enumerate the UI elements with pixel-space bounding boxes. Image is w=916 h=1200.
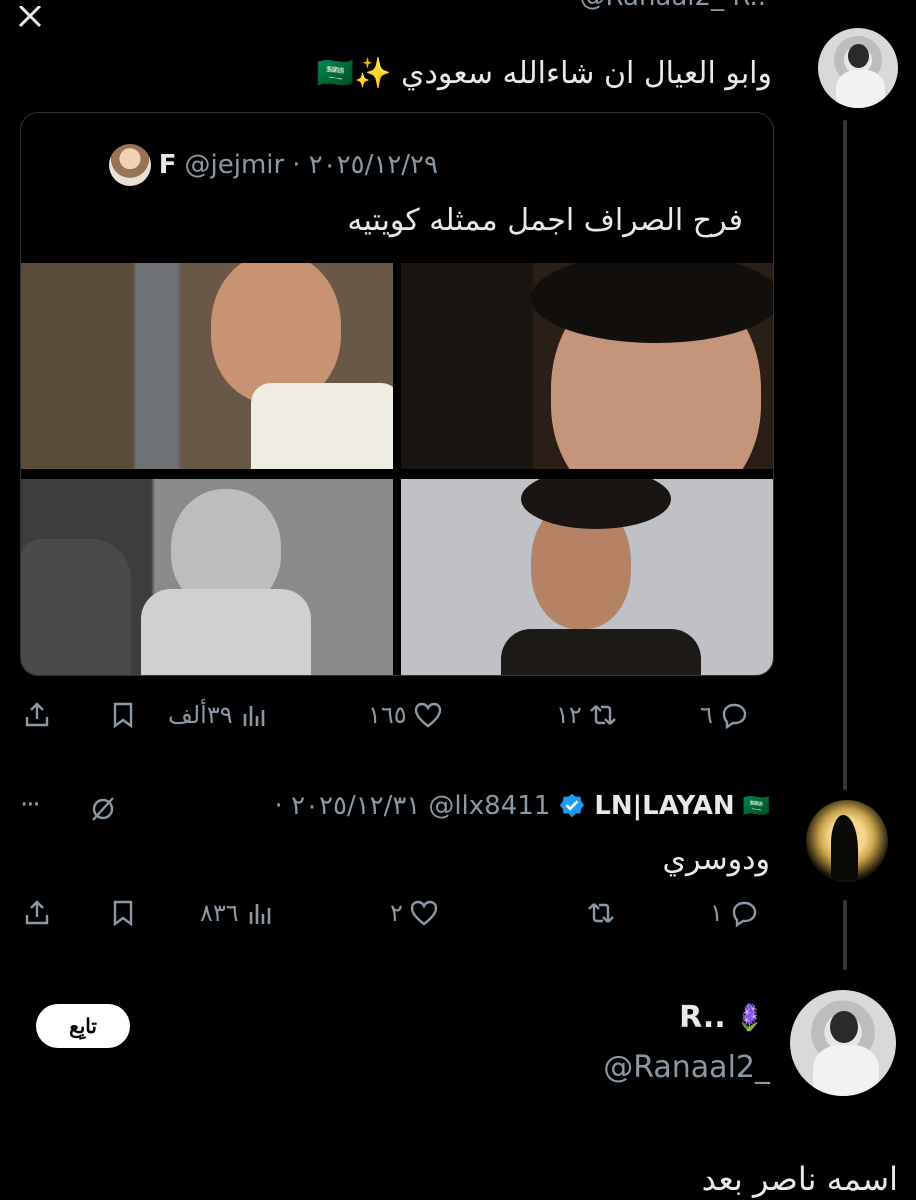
reply-date: · ٢٠٢٥/١٢/٣١ bbox=[274, 791, 421, 821]
profile-handle: @Ranaal2_ bbox=[603, 1050, 770, 1085]
quoted-header: F @jejmir · ٢٠٢٥/١٢/٢٩ bbox=[108, 144, 438, 186]
photo-1[interactable] bbox=[21, 263, 393, 469]
reply-header: · ٢٠٢٥/١٢/٣١ @llx8411 LN|LAYAN 🇸🇦 bbox=[275, 786, 770, 826]
reply-button[interactable]: ٦ bbox=[700, 700, 749, 730]
quoted-author-handle: @jejmir bbox=[184, 150, 285, 180]
reply-count: ٦ bbox=[700, 701, 713, 729]
quoted-tweet-text: فرح الصراف اجمل ممثله كويتيه bbox=[347, 203, 743, 238]
photo-3[interactable] bbox=[21, 479, 393, 675]
reply-avatar[interactable] bbox=[806, 800, 888, 882]
like-count: ١٦٥ bbox=[368, 701, 407, 729]
reply-icon bbox=[732, 901, 757, 928]
reply-author-name: LN|LAYAN bbox=[594, 791, 735, 821]
retweet-icon bbox=[589, 705, 616, 725]
retweet-button[interactable]: ١٢ bbox=[556, 700, 618, 730]
bookmark-icon[interactable] bbox=[108, 700, 138, 734]
analytics-icon bbox=[249, 904, 270, 924]
photo-4[interactable] bbox=[401, 479, 773, 675]
profile-avatar[interactable] bbox=[790, 990, 896, 1096]
heart-icon bbox=[414, 702, 441, 728]
thread-line bbox=[843, 120, 847, 790]
bottom-text: اسمه ناصر بعد bbox=[701, 1160, 898, 1198]
photo-2[interactable] bbox=[401, 263, 773, 469]
reply-button[interactable]: ١ bbox=[710, 898, 759, 928]
share-icon[interactable] bbox=[22, 700, 52, 734]
close-icon[interactable] bbox=[14, 4, 44, 40]
reply-count: ١ bbox=[710, 899, 723, 927]
retweet-icon bbox=[588, 903, 614, 923]
retweet-button[interactable] bbox=[580, 898, 616, 928]
reply-text: ودوسري bbox=[662, 842, 770, 877]
verified-badge-icon bbox=[560, 793, 585, 818]
quoted-tweet-card[interactable]: F @jejmir · ٢٠٢٥/١٢/٢٩ فرح الصراف اجمل م… bbox=[20, 112, 774, 676]
thread-line bbox=[843, 900, 847, 970]
follow-button[interactable]: تابِع bbox=[36, 1004, 130, 1048]
hyacinth-emoji: 🪻 bbox=[733, 1002, 766, 1033]
more-options-button[interactable]: ··· bbox=[20, 790, 41, 820]
top-tweet-partial-header: @Ranaal2_ R.. bbox=[580, 0, 766, 12]
retweet-count: ١٢ bbox=[556, 701, 582, 729]
share-icon[interactable] bbox=[22, 898, 52, 932]
like-count: ٢ bbox=[390, 899, 403, 927]
heart-icon bbox=[410, 900, 438, 926]
grok-icon[interactable] bbox=[88, 794, 118, 828]
views-count: ٨٣٦ bbox=[200, 899, 239, 927]
tweet-text: وابو العيال ان شاءالله سعودي ✨🇸🇦 bbox=[316, 56, 772, 91]
quoted-date: · ٢٠٢٥/١٢/٢٩ bbox=[292, 150, 438, 180]
quoted-avatar bbox=[108, 144, 151, 186]
flag-emoji: 🇸🇦 bbox=[742, 793, 770, 819]
profile-name: R.. bbox=[679, 1000, 726, 1035]
avatar[interactable] bbox=[818, 28, 898, 108]
views-button[interactable]: ٨٣٦ bbox=[200, 898, 275, 928]
reply-icon bbox=[722, 703, 747, 730]
like-button[interactable]: ١٦٥ bbox=[368, 700, 443, 730]
views-count: ٣٩ألف bbox=[168, 701, 233, 729]
quoted-author-name: F bbox=[158, 150, 177, 180]
reply-handle: @llx8411 bbox=[428, 791, 551, 821]
views-button[interactable]: ٣٩ألف bbox=[168, 700, 269, 730]
analytics-icon bbox=[243, 706, 264, 726]
profile-name-row: R.. 🪻 bbox=[679, 1000, 766, 1035]
like-button[interactable]: ٢ bbox=[390, 898, 439, 928]
bookmark-icon[interactable] bbox=[108, 898, 138, 932]
